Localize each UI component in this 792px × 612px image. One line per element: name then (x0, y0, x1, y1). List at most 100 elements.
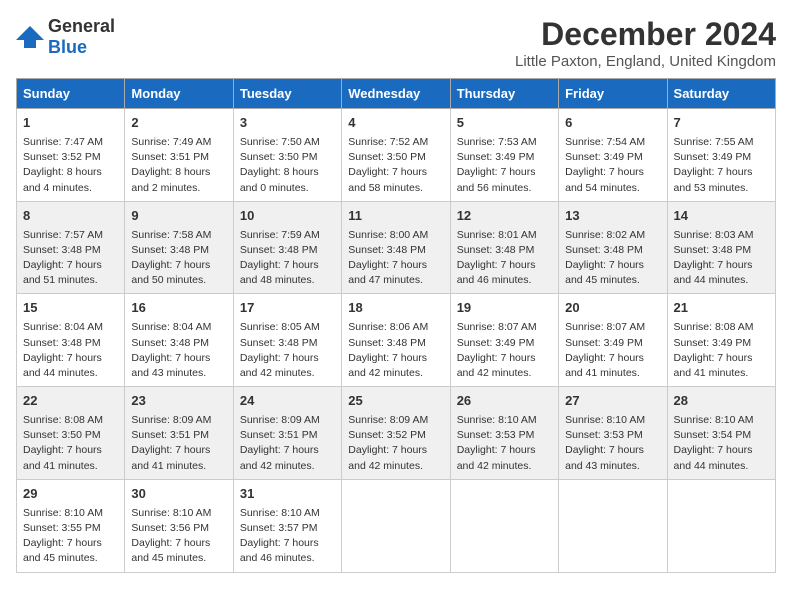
day-info: Sunrise: 8:09 AM Sunset: 3:51 PM Dayligh… (131, 413, 226, 474)
calendar-cell: 19Sunrise: 8:07 AM Sunset: 3:49 PM Dayli… (450, 294, 558, 387)
col-header-wednesday: Wednesday (342, 79, 450, 109)
day-info: Sunrise: 8:10 AM Sunset: 3:57 PM Dayligh… (240, 506, 335, 567)
calendar-cell: 4 Sunrise: 7:52 AM Sunset: 3:50 PM Daylig… (342, 109, 450, 202)
calendar-cell: 27 Sunrise: 8:10 AM Sunset: 3:53 PM Dayli… (559, 387, 667, 480)
day-number: 17 (240, 299, 335, 318)
day-info: Sunrise: 8:08 AM Sunset: 3:49 PM Dayligh… (674, 320, 769, 381)
day-info: Sunrise: 8:05 AM Sunset: 3:48 PM Dayligh… (240, 320, 335, 381)
day-info: Sunrise: 8:00 AM Sunset: 3:48 PM Dayligh… (348, 228, 443, 289)
day-number: 2 (131, 114, 226, 133)
calendar-cell: 20Sunrise: 8:07 AM Sunset: 3:49 PM Dayli… (559, 294, 667, 387)
day-info: Sunrise: 8:02 AM Sunset: 3:48 PM Dayligh… (565, 228, 660, 289)
day-number: 8 (23, 207, 118, 226)
calendar-cell (559, 479, 667, 572)
week-row-3: 15 Sunrise: 8:04 AM Sunset: 3:48 PM Dayli… (17, 294, 776, 387)
day-info: Sunrise: 7:52 AM Sunset: 3:50 PM Dayligh… (348, 135, 443, 196)
day-info: Sunrise: 8:10 AM Sunset: 3:56 PM Dayligh… (131, 506, 226, 567)
col-header-thursday: Thursday (450, 79, 558, 109)
day-number: 16 (131, 299, 226, 318)
day-info: Sunrise: 8:10 AM Sunset: 3:54 PM Dayligh… (674, 413, 769, 474)
calendar-cell: 24 Sunrise: 8:09 AM Sunset: 3:51 PM Dayli… (233, 387, 341, 480)
day-number: 11 (348, 207, 443, 226)
calendar-cell: 28 Sunrise: 8:10 AM Sunset: 3:54 PM Dayli… (667, 387, 775, 480)
day-number: 28 (674, 392, 769, 411)
week-row-4: 22 Sunrise: 8:08 AM Sunset: 3:50 PM Dayli… (17, 387, 776, 480)
calendar-cell: 5 Sunrise: 7:53 AM Sunset: 3:49 PM Daylig… (450, 109, 558, 202)
calendar-cell (450, 479, 558, 572)
day-number: 10 (240, 207, 335, 226)
day-info: Sunrise: 7:49 AM Sunset: 3:51 PM Dayligh… (131, 135, 226, 196)
calendar-cell: 25 Sunrise: 8:09 AM Sunset: 3:52 PM Dayli… (342, 387, 450, 480)
day-info: Sunrise: 7:54 AM Sunset: 3:49 PM Dayligh… (565, 135, 660, 196)
calendar-cell: 26Sunrise: 8:10 AM Sunset: 3:53 PM Dayli… (450, 387, 558, 480)
day-number: 23 (131, 392, 226, 411)
day-number: 3 (240, 114, 335, 133)
day-info: Sunrise: 8:06 AM Sunset: 3:48 PM Dayligh… (348, 320, 443, 381)
calendar-cell: 18 Sunrise: 8:06 AM Sunset: 3:48 PM Dayli… (342, 294, 450, 387)
calendar-cell: 11 Sunrise: 8:00 AM Sunset: 3:48 PM Dayli… (342, 201, 450, 294)
day-number: 5 (457, 114, 552, 133)
day-number: 25 (348, 392, 443, 411)
calendar-cell: 16Sunrise: 8:04 AM Sunset: 3:48 PM Dayli… (125, 294, 233, 387)
day-number: 24 (240, 392, 335, 411)
day-number: 21 (674, 299, 769, 318)
week-row-2: 8 Sunrise: 7:57 AM Sunset: 3:48 PM Daylig… (17, 201, 776, 294)
calendar-cell: 8 Sunrise: 7:57 AM Sunset: 3:48 PM Daylig… (17, 201, 125, 294)
calendar-cell: 22 Sunrise: 8:08 AM Sunset: 3:50 PM Dayli… (17, 387, 125, 480)
day-info: Sunrise: 7:50 AM Sunset: 3:50 PM Dayligh… (240, 135, 335, 196)
day-number: 27 (565, 392, 660, 411)
calendar-cell: 17 Sunrise: 8:05 AM Sunset: 3:48 PM Dayli… (233, 294, 341, 387)
week-row-1: 1Sunrise: 7:47 AM Sunset: 3:52 PM Daylig… (17, 109, 776, 202)
col-header-friday: Friday (559, 79, 667, 109)
day-info: Sunrise: 7:59 AM Sunset: 3:48 PM Dayligh… (240, 228, 335, 289)
day-info: Sunrise: 8:03 AM Sunset: 3:48 PM Dayligh… (674, 228, 769, 289)
day-number: 9 (131, 207, 226, 226)
day-info: Sunrise: 8:09 AM Sunset: 3:51 PM Dayligh… (240, 413, 335, 474)
calendar-cell: 7Sunrise: 7:55 AM Sunset: 3:49 PM Daylig… (667, 109, 775, 202)
col-header-saturday: Saturday (667, 79, 775, 109)
day-number: 14 (674, 207, 769, 226)
calendar-cell: 6Sunrise: 7:54 AM Sunset: 3:49 PM Daylig… (559, 109, 667, 202)
header: General Blue December 2024 Little Paxton… (16, 16, 776, 70)
calendar-cell (667, 479, 775, 572)
day-info: Sunrise: 8:09 AM Sunset: 3:52 PM Dayligh… (348, 413, 443, 474)
day-number: 4 (348, 114, 443, 133)
calendar-cell: 21 Sunrise: 8:08 AM Sunset: 3:49 PM Dayli… (667, 294, 775, 387)
day-info: Sunrise: 7:57 AM Sunset: 3:48 PM Dayligh… (23, 228, 118, 289)
logo-blue: Blue (48, 37, 87, 57)
calendar-cell: 15 Sunrise: 8:04 AM Sunset: 3:48 PM Dayli… (17, 294, 125, 387)
day-number: 7 (674, 114, 769, 133)
day-info: Sunrise: 8:01 AM Sunset: 3:48 PM Dayligh… (457, 228, 552, 289)
calendar-cell: 29Sunrise: 8:10 AM Sunset: 3:55 PM Dayli… (17, 479, 125, 572)
day-info: Sunrise: 8:07 AM Sunset: 3:49 PM Dayligh… (457, 320, 552, 381)
calendar-cell: 13 Sunrise: 8:02 AM Sunset: 3:48 PM Dayli… (559, 201, 667, 294)
week-row-5: 29Sunrise: 8:10 AM Sunset: 3:55 PM Dayli… (17, 479, 776, 572)
calendar-cell: 14 Sunrise: 8:03 AM Sunset: 3:48 PM Dayli… (667, 201, 775, 294)
day-number: 15 (23, 299, 118, 318)
day-number: 1 (23, 114, 118, 133)
day-info: Sunrise: 8:08 AM Sunset: 3:50 PM Dayligh… (23, 413, 118, 474)
day-info: Sunrise: 8:10 AM Sunset: 3:53 PM Dayligh… (565, 413, 660, 474)
calendar-cell: 31 Sunrise: 8:10 AM Sunset: 3:57 PM Dayli… (233, 479, 341, 572)
day-number: 30 (131, 485, 226, 504)
calendar-cell: 30 Sunrise: 8:10 AM Sunset: 3:56 PM Dayli… (125, 479, 233, 572)
calendar-cell: 1Sunrise: 7:47 AM Sunset: 3:52 PM Daylig… (17, 109, 125, 202)
day-info: Sunrise: 8:04 AM Sunset: 3:48 PM Dayligh… (23, 320, 118, 381)
day-number: 18 (348, 299, 443, 318)
day-number: 26 (457, 392, 552, 411)
header-row: SundayMondayTuesdayWednesdayThursdayFrid… (17, 79, 776, 109)
day-info: Sunrise: 7:53 AM Sunset: 3:49 PM Dayligh… (457, 135, 552, 196)
logo-icon (16, 26, 44, 48)
main-title: December 2024 (515, 16, 776, 53)
calendar-cell: 9Sunrise: 7:58 AM Sunset: 3:48 PM Daylig… (125, 201, 233, 294)
calendar-cell (342, 479, 450, 572)
calendar-cell: 23 Sunrise: 8:09 AM Sunset: 3:51 PM Dayli… (125, 387, 233, 480)
day-number: 22 (23, 392, 118, 411)
calendar-cell: 12Sunrise: 8:01 AM Sunset: 3:48 PM Dayli… (450, 201, 558, 294)
day-number: 31 (240, 485, 335, 504)
col-header-monday: Monday (125, 79, 233, 109)
day-number: 13 (565, 207, 660, 226)
calendar-table: SundayMondayTuesdayWednesdayThursdayFrid… (16, 78, 776, 573)
col-header-tuesday: Tuesday (233, 79, 341, 109)
subtitle: Little Paxton, England, United Kingdom (515, 53, 776, 70)
